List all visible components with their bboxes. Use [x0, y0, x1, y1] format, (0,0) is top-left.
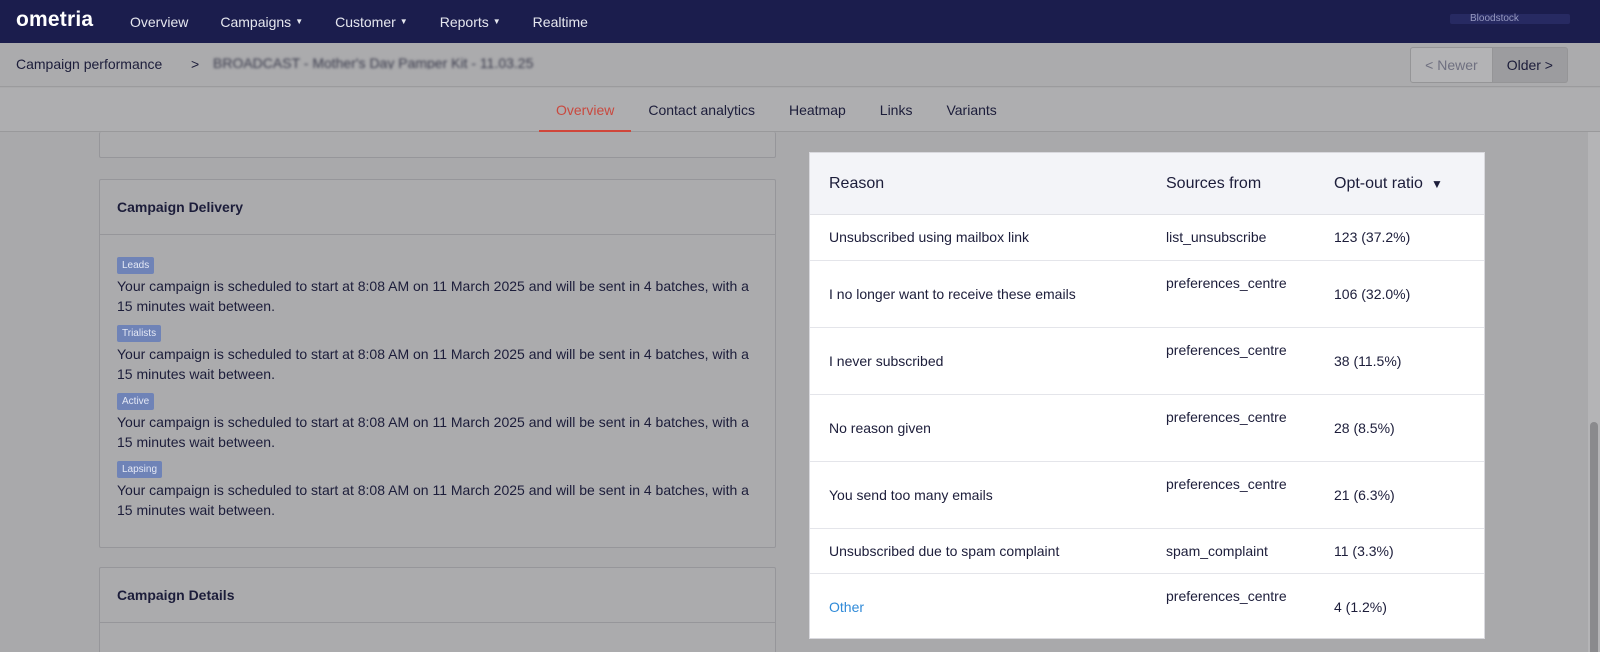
table-row: I never subscribed preferences_centre 38…: [810, 328, 1484, 395]
reason-cell: You send too many emails: [829, 487, 993, 503]
ratio-cell: 4 (1.2%): [1334, 599, 1387, 615]
pager: < Newer Older >: [1410, 47, 1568, 83]
scrollbar-thumb[interactable]: [1590, 422, 1598, 652]
logo-text: ometria: [16, 8, 94, 31]
segment-tag: Leads: [117, 257, 155, 274]
delivery-batch: Active Your campaign is scheduled to sta…: [117, 391, 758, 452]
delivery-batch: Lapsing Your campaign is scheduled to st…: [117, 459, 758, 520]
reason-cell: Unsubscribed due to spam complaint: [829, 543, 1060, 559]
reason-other-link[interactable]: Other: [829, 597, 864, 618]
table-row: Unsubscribed due to spam complaint spam_…: [810, 529, 1484, 574]
nav-item-realtime[interactable]: Realtime: [533, 14, 588, 30]
delivery-batch: Trialists Your campaign is scheduled to …: [117, 323, 758, 384]
reason-cell: I never subscribed: [829, 353, 944, 369]
user-menu[interactable]: Bloodstock: [1450, 14, 1570, 24]
breadcrumb-current-campaign: BROADCAST - Mother's Day Pamper Kit - 11…: [213, 55, 534, 69]
table-row: Other preferences_centre 4 (1.2%): [810, 574, 1484, 641]
column-header-optout-ratio[interactable]: Opt-out ratio ▼: [1334, 175, 1443, 193]
segment-tag: Active: [117, 393, 155, 410]
source-cell: list_unsubscribe: [1166, 229, 1267, 245]
table-row: Unsubscribed using mailbox link list_uns…: [810, 215, 1484, 261]
ratio-cell: 28 (8.5%): [1334, 420, 1395, 436]
chevron-down-icon: ▼: [492, 17, 501, 26]
schedule-text: Your campaign is scheduled to start at 8…: [117, 346, 749, 382]
tab-variants[interactable]: Variants: [929, 88, 1013, 132]
column-header-sources: Sources from: [1166, 175, 1262, 192]
source-cell: preferences_centre: [1166, 342, 1287, 358]
chevron-down-icon: ▼: [295, 17, 304, 26]
table-row: No reason given preferences_centre 28 (8…: [810, 395, 1484, 462]
breadcrumb-campaign-performance[interactable]: Campaign performance: [16, 56, 162, 72]
chevron-down-icon: ▼: [399, 17, 408, 26]
ratio-cell: 21 (6.3%): [1334, 487, 1395, 503]
ratio-cell: 106 (32.0%): [1334, 286, 1411, 302]
schedule-text: Your campaign is scheduled to start at 8…: [117, 482, 749, 518]
nav-item-label: Overview: [130, 13, 189, 30]
breadcrumb-separator: >: [191, 56, 200, 72]
nav-item-reports[interactable]: Reports ▼: [440, 14, 501, 30]
ratio-cell: 123 (37.2%): [1334, 229, 1411, 245]
newer-button[interactable]: < Newer: [1410, 47, 1493, 83]
nav-item-campaigns[interactable]: Campaigns ▼: [220, 14, 303, 30]
nav-items: Overview Campaigns ▼ Customer ▼ Reports ▼ R…: [130, 0, 620, 43]
ometria-logo[interactable]: ometria: [16, 8, 93, 32]
sort-descending-icon: ▼: [1430, 177, 1443, 191]
previous-panel-bottom: [99, 132, 776, 158]
breadcrumb-bar: Campaign performance > BROADCAST - Mothe…: [0, 43, 1600, 87]
reason-cell: I no longer want to receive these emails: [829, 286, 1076, 302]
segment-tag: Lapsing: [117, 461, 163, 478]
tab-links[interactable]: Links: [863, 88, 930, 132]
panel-title: Campaign Details: [100, 568, 775, 623]
column-header-reason: Reason: [829, 175, 885, 192]
table-header: Reason Sources from Opt-out ratio ▼: [810, 153, 1484, 215]
schedule-text: Your campaign is scheduled to start at 8…: [117, 278, 749, 314]
segment-tag: Trialists: [117, 325, 162, 342]
source-cell: preferences_centre: [1166, 409, 1287, 425]
optout-reasons-table: Reason Sources from Opt-out ratio ▼ Unsub…: [809, 152, 1485, 639]
source-cell: spam_complaint: [1166, 543, 1268, 559]
tabs-bar: Overview Contact analytics Heatmap Links…: [0, 88, 1600, 132]
page-scrollbar[interactable]: [1588, 132, 1600, 652]
nav-item-label: Campaigns: [220, 13, 292, 30]
tab-overview[interactable]: Overview: [539, 88, 632, 132]
nav-item-label: Customer: [335, 13, 396, 30]
ratio-cell: 11 (3.3%): [1334, 543, 1394, 559]
table-row: You send too many emails preferences_cen…: [810, 462, 1484, 529]
table-row: I no longer want to receive these emails…: [810, 261, 1484, 328]
nav-item-label: Realtime: [532, 13, 588, 30]
tab-heatmap[interactable]: Heatmap: [772, 88, 863, 132]
source-cell: preferences_centre: [1166, 588, 1287, 604]
campaign-delivery-panel: Campaign Delivery Leads Your campaign is…: [99, 179, 776, 548]
older-button[interactable]: Older >: [1492, 47, 1568, 83]
nav-item-overview[interactable]: Overview: [130, 14, 188, 30]
reason-cell: Unsubscribed using mailbox link: [829, 229, 1029, 245]
source-cell: preferences_centre: [1166, 476, 1287, 492]
reason-cell: No reason given: [829, 420, 931, 436]
column-header-label: Opt-out ratio: [1334, 175, 1423, 192]
top-nav: ometria Overview Campaigns ▼ Customer ▼ Re…: [0, 0, 1600, 43]
campaign-details-panel: Campaign Details: [99, 567, 776, 652]
ratio-cell: 38 (11.5%): [1334, 353, 1402, 369]
tab-contact-analytics[interactable]: Contact analytics: [631, 88, 772, 132]
schedule-text: Your campaign is scheduled to start at 8…: [117, 414, 749, 450]
panel-title: Campaign Delivery: [100, 180, 775, 235]
source-cell: preferences_centre: [1166, 275, 1287, 291]
user-menu-label: Bloodstock: [1470, 13, 1519, 24]
nav-item-label: Reports: [439, 13, 489, 30]
nav-item-customer[interactable]: Customer ▼: [335, 14, 408, 30]
tab-list: Overview Contact analytics Heatmap Links…: [539, 88, 1014, 132]
delivery-batch: Leads Your campaign is scheduled to star…: [117, 255, 758, 316]
